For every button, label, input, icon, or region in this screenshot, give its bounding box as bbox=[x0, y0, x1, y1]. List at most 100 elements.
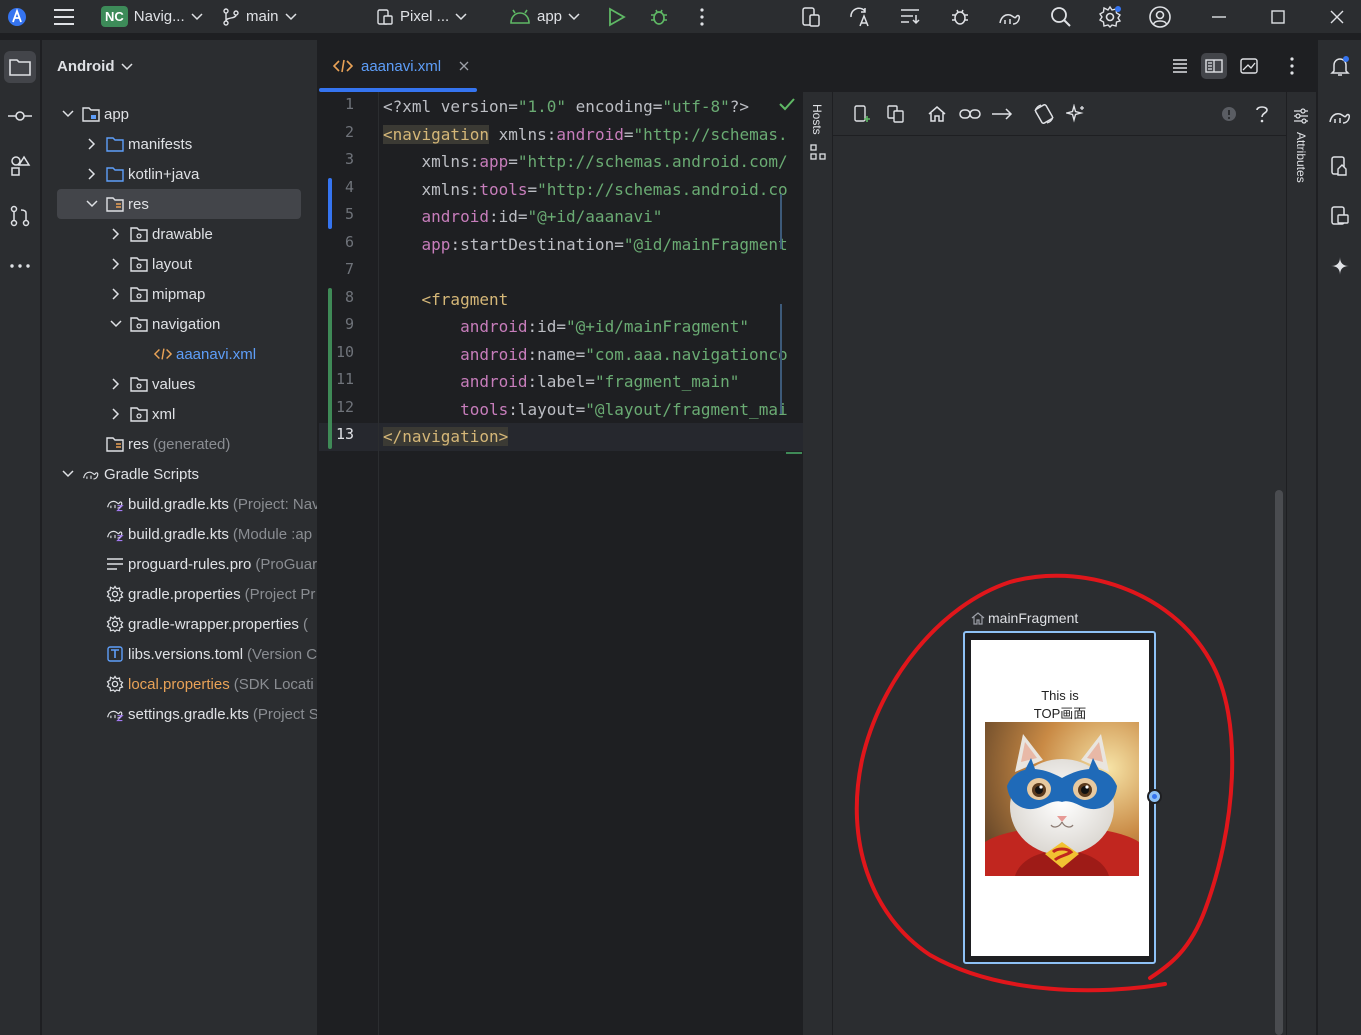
vcs-change-marker[interactable] bbox=[328, 177, 332, 229]
tree-item-local-properties[interactable]: local.properties (SDK Locati bbox=[42, 669, 317, 699]
close-window-icon[interactable] bbox=[1324, 4, 1350, 30]
tree-item-xml[interactable]: xml bbox=[42, 399, 317, 429]
code-view-icon[interactable] bbox=[1167, 53, 1193, 79]
running-devices-icon[interactable] bbox=[1326, 202, 1354, 230]
code-token: encoding= bbox=[566, 97, 663, 116]
tree-item-settings-gradle[interactable]: settings.gradle.kts (Project S bbox=[42, 699, 317, 729]
action-connector-handle[interactable] bbox=[1147, 789, 1162, 804]
vcs-change-marker[interactable] bbox=[328, 287, 332, 449]
tree-item-manifests[interactable]: manifests bbox=[42, 129, 317, 159]
code-token: "http://schemas.android.co bbox=[537, 179, 788, 199]
canvas-vertical-scrollbar[interactable] bbox=[1275, 490, 1283, 1035]
app-inspection-icon[interactable] bbox=[947, 4, 973, 30]
chevron-right-icon[interactable] bbox=[84, 166, 100, 182]
tree-item-gradle-properties[interactable]: gradle.properties (Project Pr bbox=[42, 579, 317, 609]
tree-item-layout[interactable]: layout bbox=[42, 249, 317, 279]
chevron-right-icon[interactable] bbox=[108, 286, 124, 302]
code-line: tools:layout="@layout/fragment_mai bbox=[383, 396, 788, 423]
project-view-selector[interactable]: Android bbox=[57, 58, 133, 75]
project-tool-icon[interactable] bbox=[4, 51, 36, 83]
code-token: xmlns: bbox=[383, 152, 480, 171]
project-selector[interactable]: NC Navig... bbox=[101, 0, 203, 33]
chevron-down-icon[interactable] bbox=[108, 316, 124, 332]
sync-icon[interactable] bbox=[897, 4, 923, 30]
minimize-icon[interactable] bbox=[1206, 4, 1232, 30]
chevron-right-icon[interactable] bbox=[108, 226, 124, 242]
main-fragment-destination[interactable]: This is TOP画面 bbox=[963, 631, 1156, 964]
device-manager-tool-icon[interactable] bbox=[1326, 152, 1354, 180]
more-tools-icon[interactable] bbox=[4, 250, 36, 282]
code-content[interactable]: <?xml version="1.0" encoding="utf-8"?> <n… bbox=[383, 92, 804, 1035]
device-manager-icon[interactable] bbox=[798, 4, 824, 30]
more-vertical-icon[interactable] bbox=[689, 4, 715, 30]
tree-item-mipmap[interactable]: mipmap bbox=[42, 279, 317, 309]
tree-item-libs-versions-toml[interactable]: libs.versions.toml (Version C bbox=[42, 639, 317, 669]
tree-item-kotlin-java[interactable]: kotlin+java bbox=[42, 159, 317, 189]
tree-item-gradle-wrapper-properties[interactable]: gradle-wrapper.properties( bbox=[42, 609, 317, 639]
chevron-down-icon bbox=[191, 12, 203, 20]
start-destination-home-icon bbox=[971, 611, 985, 625]
tree-item-gradle-scripts[interactable]: Gradle Scripts bbox=[42, 459, 317, 489]
tree-item-app[interactable]: app bbox=[42, 99, 317, 129]
assign-start-destination-icon[interactable] bbox=[926, 103, 948, 125]
tree-item-res[interactable]: res bbox=[57, 189, 301, 219]
chevron-right-icon[interactable] bbox=[108, 376, 124, 392]
add-action-icon[interactable] bbox=[991, 103, 1013, 125]
chevron-right-icon[interactable] bbox=[108, 256, 124, 272]
debug-icon[interactable] bbox=[646, 4, 672, 30]
chevron-down-icon[interactable] bbox=[60, 466, 76, 482]
tree-item-drawable[interactable]: drawable bbox=[42, 219, 317, 249]
create-nested-graph-icon[interactable] bbox=[885, 103, 907, 125]
gradle-icon[interactable] bbox=[997, 4, 1023, 30]
account-icon[interactable] bbox=[1147, 4, 1173, 30]
git-branch-icon bbox=[223, 7, 239, 26]
settings-gear-icon[interactable] bbox=[1097, 4, 1123, 30]
auto-arrange-icon[interactable] bbox=[1033, 103, 1055, 125]
android-studio-logo-icon[interactable] bbox=[4, 4, 30, 30]
new-destination-icon[interactable] bbox=[851, 103, 873, 125]
tree-item-res-generated[interactable]: res (generated) bbox=[42, 429, 317, 459]
translate-icon[interactable] bbox=[847, 4, 873, 30]
notifications-icon[interactable] bbox=[1326, 52, 1354, 80]
gemini-sparkle-icon[interactable] bbox=[1326, 252, 1354, 280]
code-line: <fragment bbox=[383, 286, 509, 313]
tree-item-build-gradle-module[interactable]: build.gradle.kts (Module :ap bbox=[42, 519, 317, 549]
ai-sparkle-icon[interactable] bbox=[1065, 103, 1087, 125]
tree-item-build-gradle-project[interactable]: build.gradle.kts (Project: Nav bbox=[42, 489, 317, 519]
help-icon[interactable] bbox=[1251, 103, 1273, 125]
chevron-down-icon[interactable] bbox=[84, 196, 100, 212]
tree-item-values[interactable]: values bbox=[42, 369, 317, 399]
tree-item-label: build.gradle.kts bbox=[128, 495, 229, 513]
run-config-selector[interactable]: app bbox=[509, 0, 580, 33]
chevron-right-icon[interactable] bbox=[108, 406, 124, 422]
chevron-right-icon[interactable] bbox=[84, 136, 100, 152]
chevron-down-icon[interactable] bbox=[60, 106, 76, 122]
split-view-icon[interactable] bbox=[1201, 53, 1227, 79]
tree-item-navigation[interactable]: navigation bbox=[42, 309, 317, 339]
run-icon[interactable] bbox=[604, 4, 630, 30]
pull-requests-icon[interactable] bbox=[4, 200, 36, 232]
no-problems-check-icon[interactable] bbox=[779, 97, 795, 111]
tab-aaanavi-xml[interactable]: aaanavi.xml bbox=[319, 40, 477, 92]
maximize-icon[interactable] bbox=[1265, 4, 1291, 30]
tree-item-proguard-rules[interactable]: proguard-rules.pro (ProGuar bbox=[42, 549, 317, 579]
more-options-icon[interactable] bbox=[1279, 53, 1305, 79]
tree-item-aaanavi-xml[interactable]: aaanavi.xml bbox=[42, 339, 317, 369]
deep-link-icon[interactable] bbox=[959, 103, 981, 125]
device-selector[interactable]: Pixel ... bbox=[376, 0, 467, 33]
code-token: :startDestination= bbox=[450, 234, 624, 254]
warning-status-icon[interactable] bbox=[1218, 103, 1240, 125]
design-view-icon[interactable] bbox=[1236, 53, 1262, 79]
gradle-tool-icon[interactable] bbox=[1326, 102, 1354, 130]
search-icon[interactable] bbox=[1048, 4, 1074, 30]
commit-tool-icon[interactable] bbox=[4, 100, 36, 132]
design-toolbar bbox=[833, 92, 1315, 136]
attributes-side-tab[interactable]: Attributes bbox=[1286, 92, 1316, 1035]
resource-manager-icon[interactable] bbox=[4, 150, 36, 182]
main-menu-icon[interactable] bbox=[51, 4, 77, 30]
code-token: "1.0" bbox=[517, 97, 567, 116]
hosts-side-tab[interactable]: Hosts bbox=[803, 92, 833, 1035]
close-tab-icon[interactable] bbox=[459, 61, 469, 71]
branch-selector[interactable]: main bbox=[222, 0, 297, 33]
code-token: "com.aaa.navigationco bbox=[585, 344, 788, 364]
